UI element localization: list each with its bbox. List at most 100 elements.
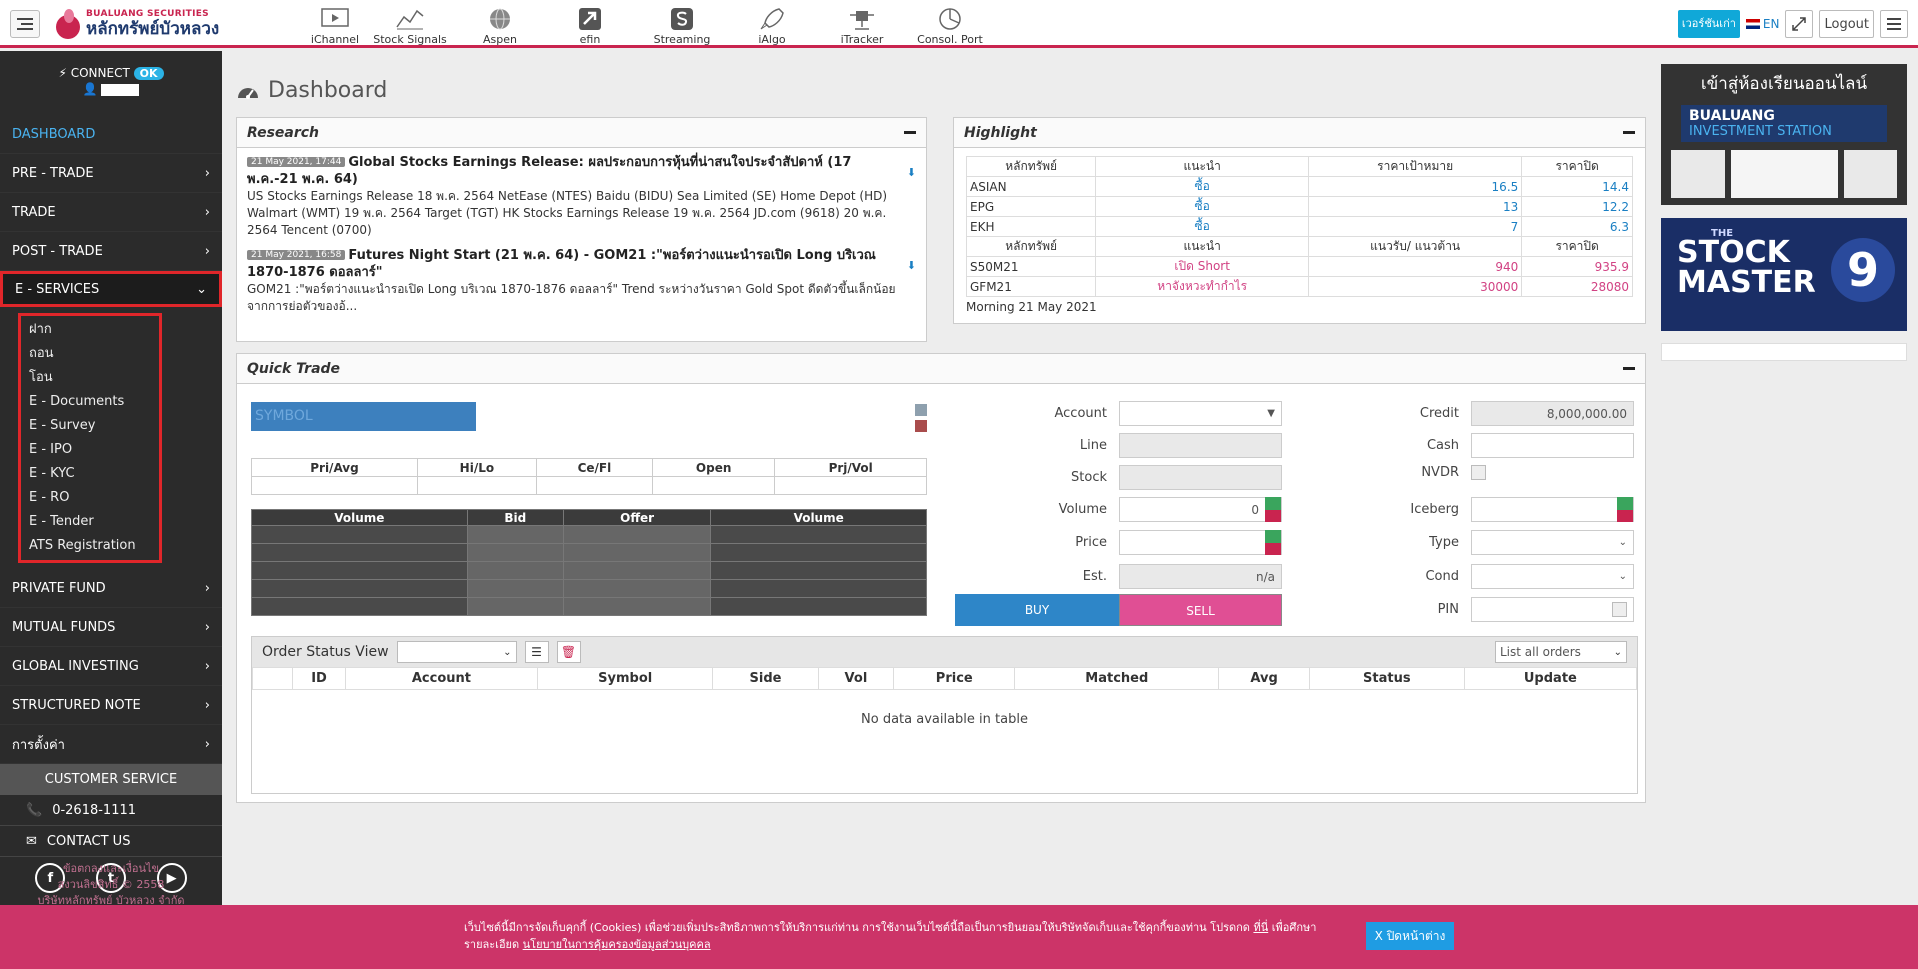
submenu-ats-registration[interactable]: ATS Registration <box>21 534 159 558</box>
cell-recommend: เปิด Short <box>1095 256 1310 277</box>
sidebar-item-e-services[interactable]: E - SERVICES ⌄ <box>0 271 222 307</box>
volume-input[interactable]: 0 <box>1119 497 1282 522</box>
cookie-here-link[interactable]: ที่นี่ <box>1253 921 1268 934</box>
cell-close: 935.9 <box>1521 256 1633 277</box>
column-header: แนวรับ/ แนวต้าน <box>1308 236 1523 257</box>
pin-save-checkbox[interactable] <box>1612 602 1627 617</box>
app-aspen[interactable]: Aspen <box>458 0 542 48</box>
collapse-icon[interactable] <box>904 131 916 134</box>
app-ichannel[interactable]: iChannel <box>308 0 362 48</box>
cond-select[interactable]: ⌄ <box>1471 564 1634 589</box>
iceberg-input[interactable] <box>1471 497 1634 522</box>
column-header: Volume <box>710 509 927 526</box>
sidebar-item-trade[interactable]: TRADE › <box>0 193 222 232</box>
buy-button[interactable]: BUY <box>955 594 1119 626</box>
news-item[interactable]: 21 May 2021, 17:44 Global Stocks Earnings… <box>247 154 916 239</box>
sidebar-item-label: PRE - TRADE <box>12 165 94 181</box>
column-header-update[interactable]: Update <box>1463 667 1638 690</box>
menu-toggle-button[interactable] <box>10 10 40 38</box>
column-header-matched[interactable]: Matched <box>1014 667 1220 690</box>
app-stock-signals[interactable]: Stock Signals <box>362 0 458 48</box>
submenu-e-tender[interactable]: E - Tender <box>21 510 159 534</box>
app-efin[interactable]: efin <box>542 0 638 48</box>
chevron-right-icon: › <box>204 580 210 596</box>
cookie-close-button[interactable]: X ปิดหน้าต่าง <box>1366 922 1454 950</box>
app-label: iChannel <box>310 33 360 46</box>
list-view-button[interactable]: ☰ <box>524 641 549 663</box>
order-account-select[interactable]: ⌄ <box>396 641 517 663</box>
phone-link[interactable]: 📞 0-2618-1111 <box>0 795 222 826</box>
column-header-status[interactable]: Status <box>1308 667 1465 690</box>
sidebar-item-global-investing[interactable]: GLOBAL INVESTING › <box>0 647 222 686</box>
collapse-icon[interactable] <box>1623 367 1635 370</box>
sell-button[interactable]: SELL <box>1119 594 1282 626</box>
cell-recommend: ซื้อ <box>1095 176 1310 197</box>
submenu-deposit[interactable]: ฝาก <box>21 318 159 342</box>
old-version-button[interactable]: เวอร์ชันเก่า <box>1677 10 1740 38</box>
sidebar-item-private-fund[interactable]: PRIVATE FUND › <box>0 569 222 608</box>
sidebar-item-post-trade[interactable]: POST - TRADE › <box>0 232 222 271</box>
cell-support: 940 <box>1308 256 1523 277</box>
submenu-e-ipo[interactable]: E - IPO <box>21 438 159 462</box>
app-ialgo[interactable]: iAlgo <box>726 0 818 48</box>
table-row: ASIAN ซื้อ 16.5 14.4 <box>965 176 1633 197</box>
delete-button[interactable]: 🗑 <box>556 641 581 663</box>
download-icon[interactable]: ⬇ <box>907 164 916 181</box>
envelope-icon: ✉ <box>26 833 37 849</box>
sidebar-item-dashboard[interactable]: DASHBOARD <box>0 115 222 154</box>
column-header-vol[interactable]: Vol <box>817 667 895 690</box>
column-header-account[interactable]: Account <box>345 667 538 690</box>
sidebar-item-mutual-funds[interactable]: MUTUAL FUNDS › <box>0 608 222 647</box>
fullscreen-button[interactable] <box>1785 10 1814 38</box>
order-filter-select[interactable]: List all orders ⌄ <box>1495 641 1627 663</box>
column-header-avg[interactable]: Avg <box>1218 667 1310 690</box>
submenu-e-kyc[interactable]: E - KYC <box>21 462 159 486</box>
list-icon: ☰ <box>531 645 542 659</box>
submenu-e-ro[interactable]: E - RO <box>21 486 159 510</box>
price-input[interactable] <box>1119 530 1282 555</box>
price-stepper[interactable] <box>1265 530 1281 555</box>
app-consol-port[interactable]: Consol. Port <box>906 0 994 48</box>
connect-label: CONNECT <box>70 66 130 80</box>
cond-label: Cond <box>1425 569 1459 584</box>
submenu-withdraw[interactable]: ถอน <box>21 342 159 366</box>
logout-button[interactable]: Logout <box>1819 10 1874 38</box>
collapse-icon[interactable] <box>1623 131 1635 134</box>
nvdr-checkbox[interactable] <box>1471 465 1486 480</box>
submenu-transfer[interactable]: โอน <box>21 366 159 390</box>
language-selector[interactable]: EN <box>1745 17 1779 31</box>
view-toggle-icon[interactable] <box>915 404 927 416</box>
sidebar-item-pre-trade[interactable]: PRE - TRADE › <box>0 154 222 193</box>
stock-master-banner[interactable]: THE STOCK MASTER 9 <box>1661 218 1907 331</box>
column-header-id[interactable]: ID <box>291 667 347 690</box>
symbol-input[interactable]: SYMBOL <box>251 402 476 431</box>
pin-input[interactable] <box>1471 597 1634 622</box>
news-item[interactable]: 21 May 2021, 16:58 Futures Night Start (2… <box>247 247 916 315</box>
cell-recommend: หาจังหวะทำกำไร <box>1095 276 1310 297</box>
logo[interactable]: BUALUANG SECURITIES หลักทรัพย์บัวหลวง <box>52 4 219 44</box>
sidebar-item-structured-note[interactable]: STRUCTURED NOTE › <box>0 686 222 725</box>
sidebar-item-settings[interactable]: การตั้งค่า › <box>0 725 222 764</box>
account-select[interactable]: ▼ <box>1119 401 1282 426</box>
table-row: EKH ซื้อ 7 6.3 <box>965 216 1633 237</box>
type-select[interactable]: ⌄ <box>1471 530 1634 555</box>
cell-recommend: ซื้อ <box>1095 216 1310 237</box>
menu-button[interactable] <box>1880 10 1908 38</box>
alert-toggle-icon[interactable] <box>915 420 927 432</box>
volume-stepper[interactable] <box>1265 497 1281 522</box>
iceberg-stepper[interactable] <box>1617 497 1633 522</box>
investment-station-banner[interactable]: เข้าสู่ห้องเรียนออนไลน์ BUALUANG INVESTM… <box>1661 64 1907 205</box>
download-icon[interactable]: ⬇ <box>907 257 916 274</box>
terms-link[interactable]: ข้อตกลงและเงื่อนไข <box>0 861 222 877</box>
submenu-e-survey[interactable]: E - Survey <box>21 414 159 438</box>
app-itracker[interactable]: iTracker <box>818 0 906 48</box>
column-header-symbol[interactable]: Symbol <box>536 667 714 690</box>
privacy-policy-link[interactable]: นโยบายในการคุ้มครองข้อมูลส่วนบุคคล <box>523 938 711 951</box>
column-header-price[interactable]: Price <box>893 667 1016 690</box>
column-header-side[interactable]: Side <box>712 667 819 690</box>
globe-icon <box>490 8 510 30</box>
banner-number: 9 <box>1831 238 1895 302</box>
contact-us-link[interactable]: ✉ CONTACT US <box>0 826 222 857</box>
app-streaming[interactable]: Streaming <box>638 0 726 48</box>
submenu-e-documents[interactable]: E - Documents <box>21 390 159 414</box>
